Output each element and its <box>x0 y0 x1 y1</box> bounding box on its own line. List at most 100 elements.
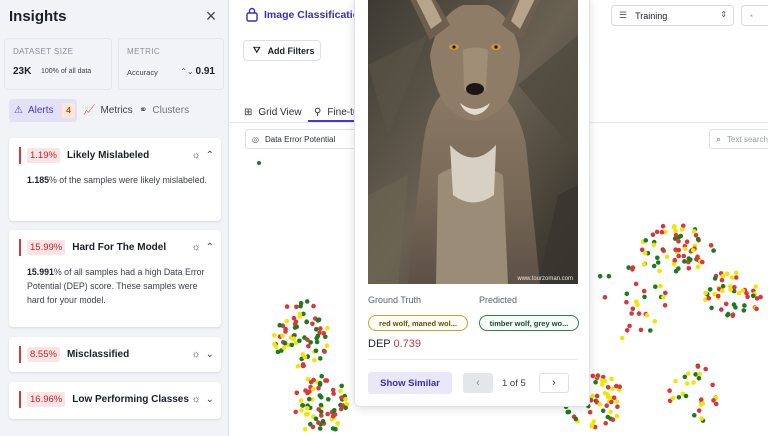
scatter-point[interactable] <box>272 333 277 338</box>
scatter-point[interactable] <box>305 406 310 411</box>
scatter-point[interactable] <box>619 335 625 341</box>
scatter-point[interactable] <box>321 331 326 336</box>
scatter-point[interactable] <box>319 373 324 379</box>
next-page-button[interactable]: › <box>539 373 569 393</box>
scatter-point[interactable] <box>719 277 725 283</box>
scatter-point[interactable] <box>304 299 310 304</box>
scatter-point[interactable] <box>742 303 747 308</box>
scatter-point[interactable] <box>604 403 609 408</box>
scatter-point[interactable] <box>676 266 681 271</box>
scatter-point[interactable] <box>659 229 665 235</box>
scatter-point[interactable] <box>662 303 668 308</box>
scatter-point[interactable] <box>728 287 733 292</box>
scatter-point[interactable] <box>291 336 297 341</box>
scatter-point[interactable] <box>313 416 319 422</box>
scatter-point[interactable] <box>284 304 290 309</box>
scatter-point[interactable] <box>610 417 616 423</box>
scatter-point[interactable] <box>698 402 704 407</box>
scatter-point[interactable] <box>734 270 739 276</box>
scatter-point[interactable] <box>589 423 595 429</box>
scatter-point[interactable] <box>629 311 634 316</box>
scatter-point[interactable] <box>593 380 598 385</box>
scatter-point[interactable] <box>311 303 316 309</box>
split-select[interactable]: ☰ Training ⇕ <box>611 5 734 26</box>
scatter-point[interactable] <box>667 388 672 393</box>
scatter-point[interactable] <box>695 236 701 242</box>
scatter-point[interactable] <box>590 393 595 399</box>
metric-card[interactable]: METRIC Accuracy ⌃⌄ 0.91 <box>118 38 224 90</box>
scatter-point[interactable] <box>298 398 304 403</box>
scatter-point[interactable] <box>658 283 663 289</box>
scatter-point[interactable] <box>624 299 629 305</box>
scatter-point[interactable] <box>691 229 697 234</box>
scatter-point[interactable] <box>720 288 725 293</box>
scatter-point[interactable] <box>602 378 608 384</box>
scatter-point[interactable] <box>308 340 313 345</box>
tab-metrics[interactable]: 📈 Metrics <box>83 99 143 122</box>
scatter-point[interactable] <box>697 371 702 377</box>
scatter-point[interactable] <box>326 397 331 402</box>
scatter-point[interactable] <box>573 416 579 422</box>
scatter-point[interactable] <box>657 268 662 274</box>
scatter-point[interactable] <box>615 404 620 409</box>
scatter-point[interactable] <box>609 399 614 405</box>
scatter-point[interactable] <box>317 380 323 386</box>
color-by-select[interactable]: ◎ Data Error Potential <box>245 129 360 149</box>
scatter-point[interactable] <box>673 232 679 238</box>
scatter-point[interactable] <box>281 345 287 351</box>
lightbulb-icon[interactable]: ☼ <box>191 394 200 405</box>
scatter-point[interactable] <box>280 333 285 338</box>
scatter-point[interactable] <box>332 408 337 413</box>
scatter-point[interactable] <box>609 376 614 382</box>
scatter-point[interactable] <box>602 390 608 396</box>
scatter-point[interactable] <box>708 243 714 248</box>
scatter-point[interactable] <box>703 366 708 372</box>
sort-arrows-icon[interactable]: ⌃⌄ <box>180 67 193 76</box>
scatter-point[interactable] <box>711 248 716 253</box>
scatter-point[interactable] <box>295 364 301 369</box>
scatter-point[interactable] <box>565 409 570 415</box>
scatter-point[interactable] <box>648 328 653 333</box>
scatter-point[interactable] <box>655 260 661 265</box>
scatter-point[interactable] <box>730 313 735 318</box>
prev-page-button[interactable]: ‹ <box>463 373 493 393</box>
scatter-point[interactable] <box>318 402 324 408</box>
scatter-point[interactable] <box>624 328 630 333</box>
scatter-point[interactable] <box>303 412 309 417</box>
scatter-point[interactable] <box>700 259 705 265</box>
scatter-point[interactable] <box>641 261 647 267</box>
scatter-point[interactable] <box>663 290 668 296</box>
scatter-point[interactable] <box>655 255 660 261</box>
scatter-point[interactable] <box>595 373 601 378</box>
scatter-point[interactable] <box>310 424 316 430</box>
scatter-point[interactable] <box>597 273 603 279</box>
lightbulb-icon[interactable]: ☼ <box>191 349 200 360</box>
scatter-point[interactable] <box>696 408 702 413</box>
scatter-point[interactable] <box>715 293 721 299</box>
scatter-point[interactable] <box>651 263 657 269</box>
scatter-point[interactable] <box>297 338 302 344</box>
scatter-point[interactable] <box>692 413 697 418</box>
scatter-point[interactable] <box>311 377 316 383</box>
scatter-point[interactable] <box>318 326 323 331</box>
scatter-point[interactable] <box>710 382 715 388</box>
scatter-point[interactable] <box>316 385 321 391</box>
scatter-point[interactable] <box>731 302 737 307</box>
scatter-point[interactable] <box>318 356 323 361</box>
scatter-point[interactable] <box>660 223 666 229</box>
scatter-point[interactable] <box>284 318 290 324</box>
lightbulb-icon[interactable]: ☼ <box>191 242 200 253</box>
search-input[interactable]: ⌕ Text search <box>709 129 768 149</box>
scatter-point[interactable] <box>693 372 698 377</box>
scatter-point[interactable] <box>293 319 299 325</box>
scatter-point[interactable] <box>679 227 685 232</box>
scatter-point[interactable] <box>630 306 636 312</box>
scatter-point[interactable] <box>712 276 718 281</box>
scatter-point[interactable] <box>729 275 735 280</box>
scatter-point[interactable] <box>297 311 303 317</box>
scatter-point[interactable] <box>699 416 704 421</box>
scatter-point[interactable] <box>605 385 611 390</box>
tab-grid-view[interactable]: ⊞ Grid View <box>244 102 302 122</box>
scatter-point[interactable] <box>691 380 696 385</box>
scatter-point[interactable] <box>611 395 617 400</box>
